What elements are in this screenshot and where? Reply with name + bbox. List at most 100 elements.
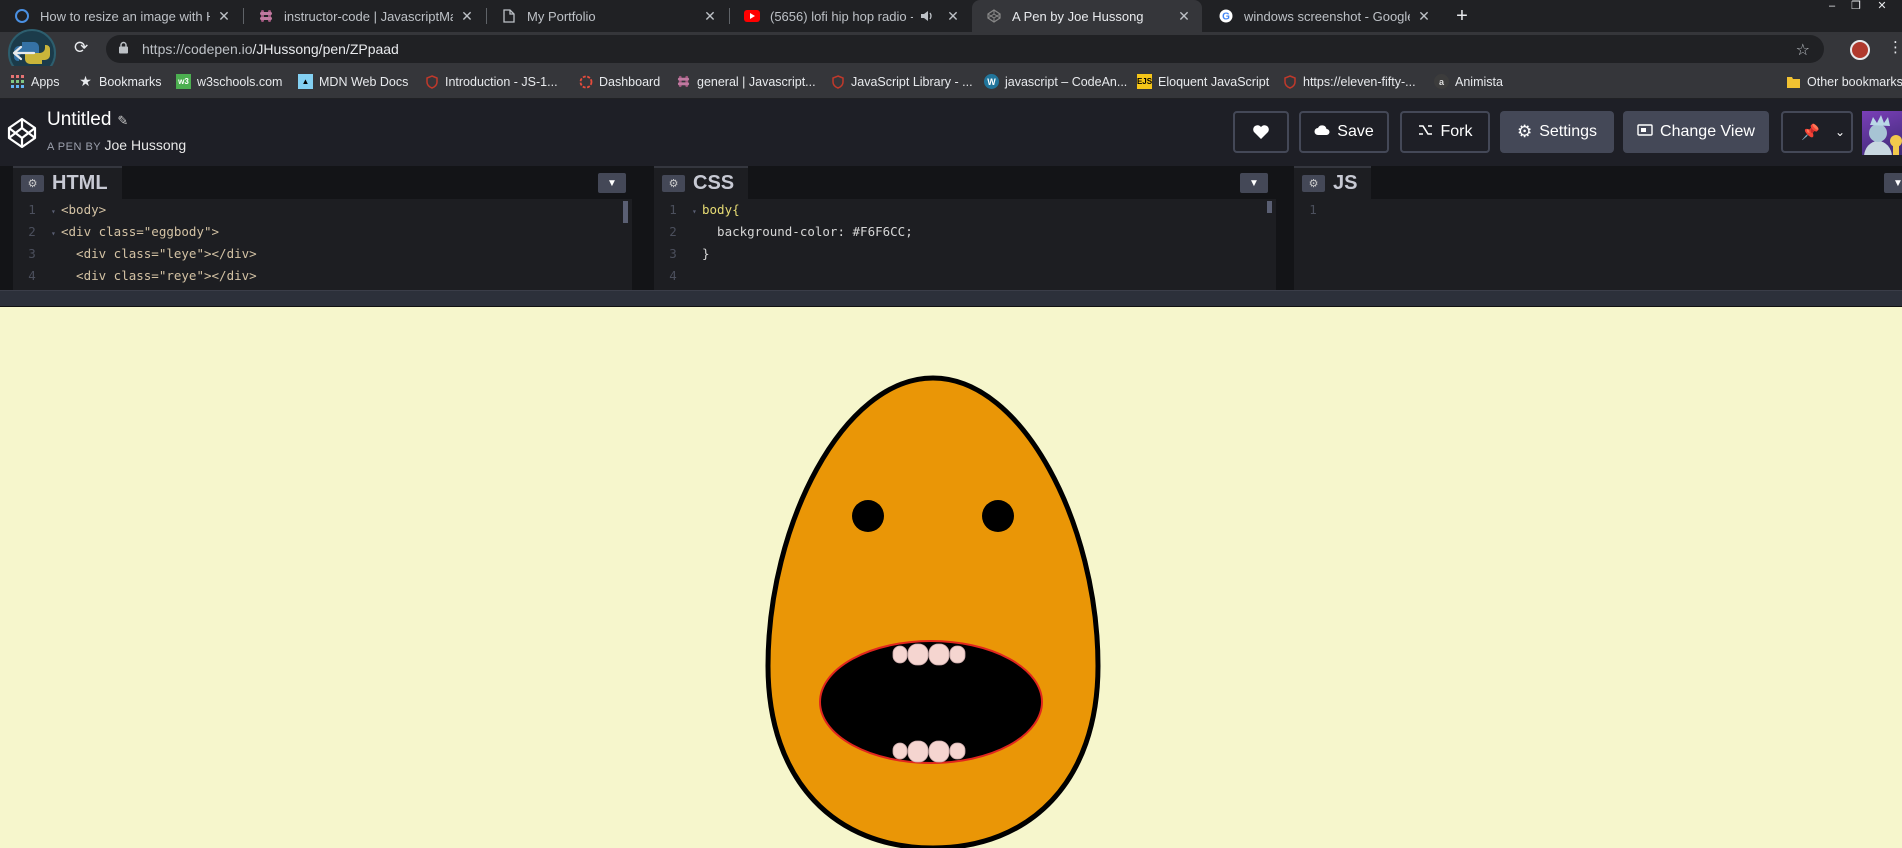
gear-icon[interactable]: ⚙: [662, 175, 685, 192]
code-line: 3 <div class="leye"></div>: [13, 243, 632, 265]
audio-icon[interactable]: [919, 8, 935, 24]
tab-title: A Pen by Joe Hussong: [1012, 8, 1144, 24]
browser-tab-active[interactable]: A Pen by Joe Hussong ✕: [972, 0, 1202, 32]
egg-body: [765, 375, 1101, 848]
code-text: <div class="eggbody">: [61, 224, 220, 239]
tooth: [949, 742, 966, 760]
scrollbar-thumb[interactable]: [1267, 201, 1272, 213]
close-icon[interactable]: ✕: [702, 8, 718, 24]
line-number: 4: [28, 268, 36, 283]
minimize-icon[interactable]: –: [1822, 0, 1842, 14]
close-window-icon[interactable]: ✕: [1872, 0, 1892, 14]
browser-menu-icon[interactable]: ⋮: [1888, 38, 1902, 56]
pen-author-link[interactable]: Joe Hussong: [105, 137, 187, 153]
bookmark-animista[interactable]: a Animista: [1434, 74, 1503, 89]
settings-label: Settings: [1539, 123, 1598, 140]
code-area[interactable]: 1 ▾ <body> 2 ▾ <div class="eggbody"> 3 <div …: [13, 199, 632, 290]
slack-icon: [676, 74, 691, 89]
bookmark-general[interactable]: general | Javascript...: [676, 74, 816, 89]
collapse-editor-button[interactable]: ▼: [1240, 173, 1268, 193]
close-icon[interactable]: ✕: [945, 8, 961, 24]
gear-icon[interactable]: ⚙: [1302, 175, 1325, 192]
bookmark-js-library[interactable]: JavaScript Library - ...: [830, 74, 973, 89]
lock-icon[interactable]: [118, 41, 132, 57]
chevron-down-icon: ▼: [607, 177, 617, 189]
bookmark-label: Bookmarks: [99, 74, 162, 89]
bookmark-label: javascript – CodeAn...: [1005, 74, 1128, 89]
bookmark-introduction[interactable]: Introduction - JS-1...: [424, 74, 558, 89]
tooth: [892, 645, 908, 664]
collapse-editor-button[interactable]: ▼: [598, 173, 626, 193]
love-button[interactable]: [1233, 111, 1289, 153]
code-text: <div class="reye"></div>: [61, 268, 257, 283]
editor-header: ⚙ CSS ▼: [654, 166, 1276, 199]
user-avatar[interactable]: [1862, 111, 1902, 155]
left-eye: [852, 500, 884, 532]
save-button[interactable]: Save: [1299, 111, 1389, 153]
bookmark-eleven-fifty[interactable]: https://eleven-fifty-...: [1282, 74, 1416, 89]
browser-tab[interactable]: instructor-code | JavascriptMarch ✕: [244, 0, 485, 32]
code-text: }: [702, 246, 710, 261]
tab-title: My Portfolio: [527, 8, 596, 24]
w3schools-icon: w3: [176, 74, 191, 89]
fork-button[interactable]: Fork: [1400, 111, 1490, 153]
editor-name: HTML: [52, 172, 108, 194]
change-view-button[interactable]: Change View: [1623, 111, 1769, 153]
gear-icon[interactable]: ⚙: [21, 175, 44, 192]
editor-resize-handle[interactable]: [0, 290, 1902, 307]
fold-icon[interactable]: ▾: [692, 201, 702, 223]
bookmark-dashboard[interactable]: Dashboard: [578, 74, 660, 89]
close-icon[interactable]: ✕: [1416, 8, 1432, 24]
bookmark-bookmarks[interactable]: ★ Bookmarks: [78, 73, 162, 89]
settings-button[interactable]: ⚙ Settings: [1500, 111, 1614, 153]
browser-tab[interactable]: (5656) lofi hip hop radio - chill ✕: [730, 0, 971, 32]
tooth: [892, 742, 908, 760]
close-icon[interactable]: ✕: [1176, 8, 1192, 24]
bookmark-w3schools[interactable]: w3 w3schools.com: [176, 74, 282, 89]
collapse-editor-button[interactable]: ▼: [1884, 173, 1902, 193]
bookmark-codeanywhere[interactable]: Wjavascript – CodeAn...: [984, 74, 1127, 89]
heart-icon: [1253, 125, 1269, 139]
address-bar[interactable]: https://codepen.io/JHussong/pen/ZPpaad ☆: [106, 35, 1824, 63]
maximize-icon[interactable]: ❐: [1846, 0, 1866, 14]
bookmark-mdn[interactable]: ▲ MDN Web Docs: [298, 74, 408, 89]
scrollbar-thumb[interactable]: [623, 201, 628, 223]
code-line: 2 ▾ <div class="eggbody">: [13, 221, 632, 243]
bookmark-label: MDN Web Docs: [319, 74, 409, 89]
code-area[interactable]: 1 ▾ body{ 2 background-color: #F6F6CC; 3} …: [654, 199, 1276, 290]
profile-avatar[interactable]: [1850, 40, 1870, 60]
bookmark-eloquent[interactable]: EJS Eloquent JavaScript: [1137, 74, 1269, 89]
chevron-down-icon: ⌄: [1835, 125, 1846, 139]
bookmark-apps[interactable]: Apps: [10, 74, 60, 89]
google-icon: G: [1218, 8, 1234, 24]
fold-icon[interactable]: ▾: [51, 223, 61, 245]
bookmark-star-icon[interactable]: ☆: [1796, 40, 1810, 60]
close-icon[interactable]: ✕: [459, 8, 475, 24]
browser-tab[interactable]: G windows screenshot - Google Search ✕: [1204, 0, 1442, 32]
pencil-icon[interactable]: ✎: [117, 113, 128, 128]
youtube-icon: [744, 8, 760, 24]
bookmark-label: Animista: [1455, 74, 1503, 89]
url-host: https://codepen.io: [142, 41, 253, 57]
pin-icon: 📌: [1801, 124, 1820, 141]
fold-icon[interactable]: ▾: [51, 201, 61, 223]
new-tab-button[interactable]: +: [1448, 2, 1476, 30]
codepen-logo-icon[interactable]: [6, 117, 38, 149]
editor-header: ⚙ HTML ▼: [13, 166, 632, 199]
browser-tab[interactable]: My Portfolio ✕: [487, 0, 728, 32]
codepen-icon: [986, 8, 1002, 24]
code-area[interactable]: 1: [1294, 199, 1902, 290]
dashboard-icon: [578, 74, 593, 89]
line-number: 2: [669, 224, 677, 239]
pin-menu-button[interactable]: 📌 ⌄: [1781, 111, 1853, 153]
svg-text:G: G: [1222, 12, 1230, 23]
reload-icon[interactable]: ⟳: [74, 38, 88, 58]
fork-icon: [1418, 123, 1434, 141]
pen-title[interactable]: Untitled ✎: [47, 109, 128, 131]
other-bookmarks[interactable]: Other bookmarks: [1786, 74, 1902, 89]
close-icon[interactable]: ✕: [216, 8, 232, 24]
fork-label: Fork: [1440, 123, 1473, 140]
url-text: https://codepen.io/JHussong/pen/ZPpaad: [142, 41, 399, 57]
code-text: background-color: #F6F6CC;: [702, 224, 913, 239]
chevron-down-icon: ▼: [1893, 177, 1902, 189]
